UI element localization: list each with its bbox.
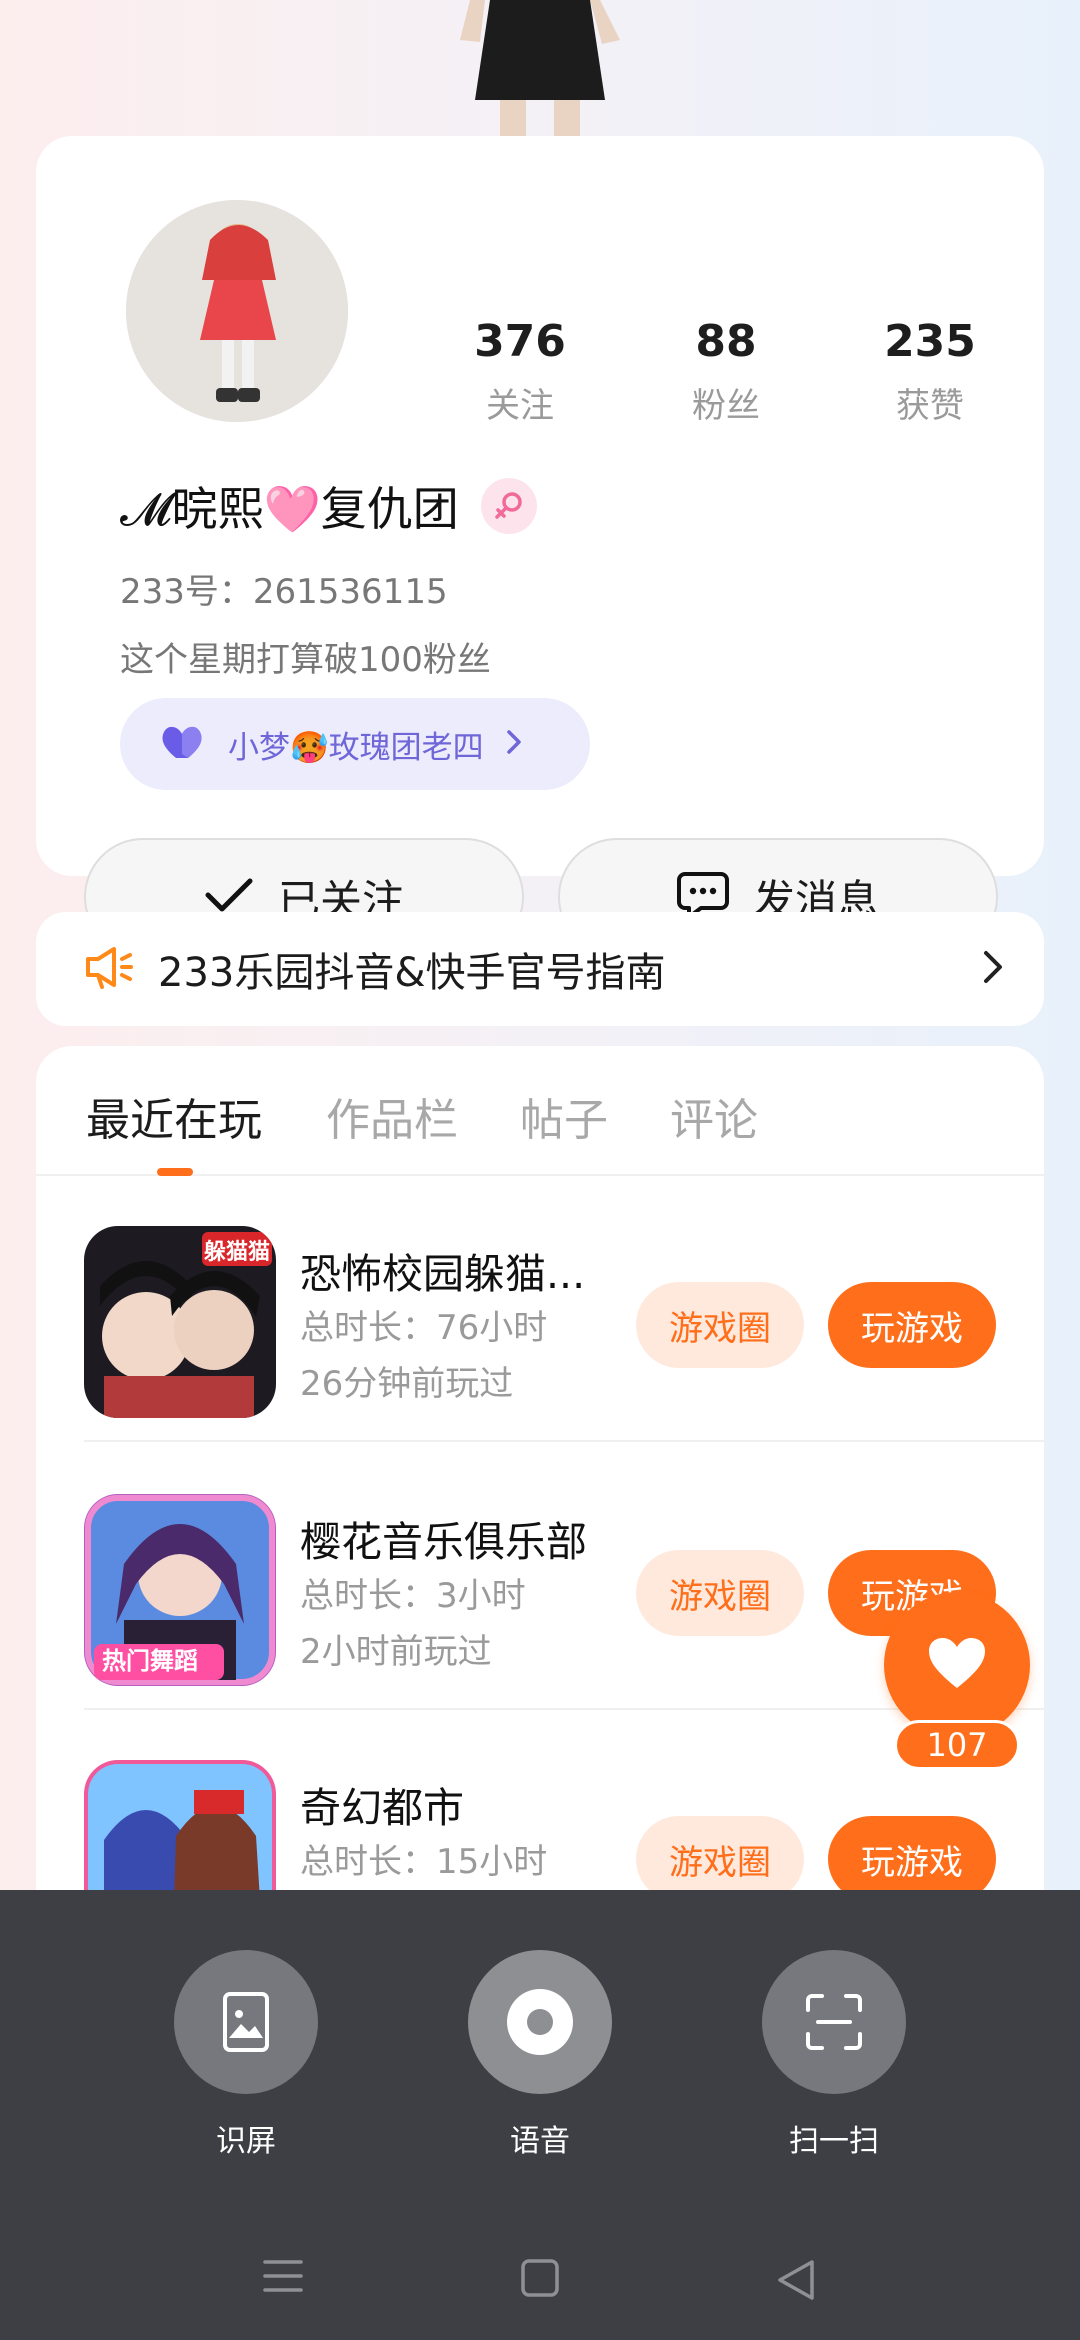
banner-character-image: [430, 0, 650, 140]
club-badge[interactable]: 小梦🥵玫瑰团老四: [120, 698, 590, 790]
stat-label: 获赞: [896, 386, 964, 426]
tool-label: 语音: [510, 2124, 570, 2159]
game-circle-button[interactable]: 游戏圈: [636, 1282, 804, 1368]
profile-tabs: 最近在玩 作品栏 帖子 评论: [36, 1046, 1044, 1176]
play-game-button[interactable]: 玩游戏: [828, 1282, 996, 1368]
like-button[interactable]: [884, 1592, 1030, 1738]
game-duration: 总时长：76小时: [300, 1308, 548, 1348]
back-nav-icon[interactable]: [776, 2258, 816, 2306]
tool-screen-recognize[interactable]: 识屏: [171, 1950, 321, 2160]
game-row[interactable]: 躲猫猫 恐怖校园躲猫... 总时长：76小时 26分钟前玩过 游戏圈 玩游戏: [84, 1176, 1044, 1442]
announcement-text: 233乐园抖音&快手官号指南: [158, 950, 666, 996]
assistant-toolbar: 识屏 语音 扫一扫: [0, 1890, 1080, 2340]
screen-recognize-icon: [174, 1950, 318, 2094]
games-card: 最近在玩 作品栏 帖子 评论 躲猫猫 恐怖校园躲猫... 总时长：76小时 26…: [36, 1046, 1044, 1906]
stat-likes[interactable]: 235 获赞: [850, 316, 1010, 427]
game-icon-badge: 躲猫猫: [203, 1240, 270, 1265]
tab-recently-played[interactable]: 最近在玩: [86, 1084, 262, 1148]
stat-value: 88: [695, 316, 757, 367]
megaphone-icon: [84, 945, 134, 993]
name-row: 𝓜晥熙🩷复仇团: [120, 476, 537, 536]
like-count: 107: [894, 1720, 1020, 1770]
tab-posts[interactable]: 帖子: [520, 1084, 608, 1148]
tool-voice[interactable]: 语音: [465, 1950, 615, 2160]
game-last-played: 2小时前玩过: [300, 1632, 492, 1672]
stat-label: 关注: [486, 386, 554, 426]
game-icon-badge: 热门舞蹈: [102, 1647, 198, 1675]
tab-indicator: [157, 1168, 193, 1176]
stat-label: 粉丝: [692, 386, 760, 426]
announcement-bar[interactable]: 233乐园抖音&快手官号指南: [36, 912, 1044, 1026]
tool-scan[interactable]: 扫一扫: [759, 1950, 909, 2160]
stat-fans[interactable]: 88 粉丝: [646, 316, 806, 427]
voice-icon: [468, 1950, 612, 2094]
purple-heart-icon: [160, 722, 208, 766]
game-icon[interactable]: 躲猫猫: [84, 1226, 276, 1418]
stat-following[interactable]: 376 关注: [440, 316, 600, 427]
game-duration: 总时长：15小时: [300, 1842, 548, 1882]
game-title: 恐怖校园躲猫...: [300, 1250, 586, 1298]
chevron-right-icon: [982, 949, 1004, 989]
game-title: 樱花音乐俱乐部: [300, 1518, 587, 1566]
user-id: 233号：261536115: [120, 572, 448, 612]
profile-card: 376 关注 88 粉丝 235 获赞 𝓜晥熙🩷复仇团 233号：2615361…: [36, 136, 1044, 956]
tool-label: 识屏: [216, 2124, 276, 2159]
home-nav-icon[interactable]: [520, 2258, 560, 2302]
stat-value: 376: [474, 316, 566, 367]
female-icon: [480, 478, 537, 534]
game-duration: 总时长：3小时: [300, 1576, 526, 1616]
club-name: 小梦🥵玫瑰团老四: [228, 729, 484, 766]
avatar[interactable]: [120, 194, 354, 428]
game-title: 奇幻都市: [300, 1784, 464, 1832]
tool-label: 扫一扫: [789, 2124, 879, 2159]
user-name: 𝓜晥熙🩷复仇团: [120, 482, 459, 536]
tab-comments[interactable]: 评论: [670, 1084, 758, 1148]
game-icon[interactable]: [84, 1760, 276, 1906]
menu-nav-icon[interactable]: [262, 2258, 304, 2298]
game-icon[interactable]: 热门舞蹈: [84, 1494, 276, 1686]
chevron-right-icon: [506, 729, 522, 759]
tab-works[interactable]: 作品栏: [326, 1084, 458, 1148]
user-bio: 这个星期打算破100粉丝: [120, 640, 491, 680]
game-last-played: 26分钟前玩过: [300, 1364, 514, 1404]
game-circle-button[interactable]: 游戏圈: [636, 1550, 804, 1636]
stat-value: 235: [884, 316, 976, 367]
scan-icon: [762, 1950, 906, 2094]
heart-icon: [927, 1636, 987, 1694]
